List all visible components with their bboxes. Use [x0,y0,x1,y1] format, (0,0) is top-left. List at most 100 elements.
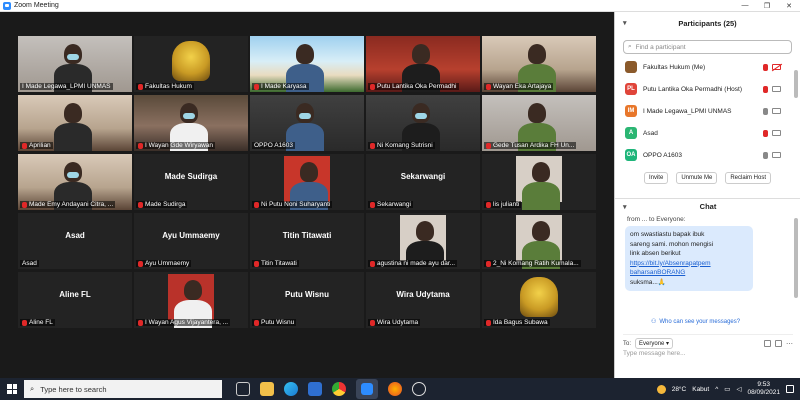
mic-muted-icon [138,142,143,149]
tile-name-label: I Made Legawa_LPMI UNMAS [20,83,113,90]
video-tile[interactable]: Putu Lantika Oka Permadhi [366,36,480,92]
participant-row[interactable]: PL Putu Lantika Oka Permadhi (Host) [615,78,800,100]
zoom-logo-icon [3,1,11,10]
chat-message-input[interactable]: Type message here... [623,350,686,357]
participant-scrollbar[interactable] [794,70,798,98]
unmute-me-button[interactable]: Unmute Me [676,172,718,184]
chat-closing: suksma...🙏 [630,278,666,286]
video-tile[interactable]: agustina ni made ayu dar... [366,213,480,269]
video-tile[interactable]: Aprilian [18,95,132,151]
tile-center-name: Wira Udytama [396,290,450,299]
reclaim-host-button[interactable]: Reclaim Host [725,172,772,184]
chat-collapse-chevron-icon[interactable]: ▾ [623,203,627,211]
video-tile[interactable]: lis julianti [482,154,596,210]
mic-muted-icon [486,142,491,149]
video-tile[interactable]: Titin Titawati Titin Titawati [250,213,364,269]
tile-name-text: Sekarwangi [377,201,411,208]
notification-icon[interactable] [786,385,794,393]
chat-scrollbar[interactable] [794,218,798,298]
participants-title: Participants (25) [678,18,737,28]
video-tile[interactable]: Putu Wisnu Putu Wisnu [250,272,364,328]
invite-button[interactable]: Invite [643,172,669,184]
person-body [522,182,560,210]
participant-row[interactable]: Fakultas Hukum (Me) [615,56,800,78]
chat-sender-fragment: from ... to Everyone: [627,216,686,223]
participant-row[interactable]: OA OPPO A1603 [615,144,800,166]
video-tile[interactable]: Wira Udytama Wira Udytama [366,272,480,328]
video-tile[interactable]: Fakultas Hukum [134,36,248,92]
tile-name-label: Fakultas Hukum [136,83,194,90]
clock-app-icon[interactable] [412,382,426,396]
close-button[interactable]: ✕ [778,2,800,10]
video-tile[interactable]: Aline FL Aline FL [18,272,132,328]
who-can-see-link[interactable]: ⚇ Who can see your messages? [651,318,741,326]
task-view-icon[interactable] [236,382,250,396]
participant-actions: Invite Unmute Me Reclaim Host [615,172,800,184]
ganesha-image [520,277,558,317]
participants-header: ▾ Participants (25) [615,12,800,34]
file-explorer-icon[interactable] [260,382,274,396]
mic-muted-icon [254,319,259,326]
chat-line: sareng sami. mohon mengisi [630,240,714,248]
video-tile[interactable]: Made Emy Andayani Citra, ... [18,154,132,210]
tile-name-text: I Made Legawa_LPMI UNMAS [22,83,111,90]
recipient-dropdown[interactable]: Everyone ▾ [635,338,674,349]
video-tile[interactable]: Ni Komang Sutrisni [366,95,480,151]
tile-name-label: Ni Putu Noni Suharyanti [252,201,333,208]
tile-name-text: lis julianti [493,201,520,208]
file-share-icon[interactable] [764,340,771,347]
edge-icon[interactable] [284,382,298,396]
network-icon[interactable]: ▭ [724,385,730,393]
more-options-icon[interactable]: ⋯ [786,340,793,348]
ganesha-image [172,41,210,81]
system-tray: 28°C Kabut ^ ▭ ◁ 9:53 08/09/2021 [656,381,800,397]
mic-muted-icon [138,260,143,267]
video-tile[interactable]: I Wayan Gde Wiryawan [134,95,248,151]
store-icon[interactable] [308,382,322,396]
volume-icon[interactable]: ◁ [736,385,741,393]
tile-name-text: I Wayan Agus Vijayantera, ... [145,319,229,326]
video-tile[interactable]: Asad Asad [18,213,132,269]
weather-icon[interactable] [656,384,666,394]
tile-name-text: Ayu Ummaemy [145,260,190,267]
face-mask [415,113,427,119]
video-tile[interactable]: Made Sudirga Made Sudirga [134,154,248,210]
tray-chevron-icon[interactable]: ^ [715,386,718,393]
video-tile[interactable]: Ayu Ummaemy Ayu Ummaemy [134,213,248,269]
video-tile[interactable]: Wayan Eka Artajaya [482,36,596,92]
minimize-button[interactable]: — [734,2,756,9]
video-tile[interactable]: Gede Tusan Ardika FH Un... [482,95,596,151]
system-clock[interactable]: 9:53 08/09/2021 [747,381,780,397]
who-can-see-text: Who can see your messages? [659,318,741,325]
collapse-chevron-icon[interactable]: ▾ [623,19,627,27]
video-tile[interactable]: 2_Ni Komang Ratih Kumala... [482,213,596,269]
screenshot-icon[interactable] [775,340,782,347]
zoom-taskbar-icon[interactable] [356,379,378,399]
avatar [625,61,637,73]
tile-name-label: Sekarwangi [368,201,413,208]
video-tile[interactable]: I Made Legawa_LPMI UNMAS [18,36,132,92]
video-tile[interactable]: I Made Karyasa [250,36,364,92]
video-tile[interactable]: Ni Putu Noni Suharyanti [250,154,364,210]
maximize-button[interactable]: ❐ [756,2,778,10]
tile-name-label: Wira Udytama [368,319,421,326]
participant-search-input[interactable]: ⌕ Find a participant [623,40,792,54]
participant-row[interactable]: IM I Made Legawa_LPMI UNMAS [615,100,800,122]
video-tile[interactable]: OPPO A1603 [250,95,364,151]
person-head [528,44,546,64]
participant-list: Fakultas Hukum (Me) PL Putu Lantika Oka Pe… [615,56,800,166]
video-tile[interactable]: I Wayan Agus Vijayantera, ... [134,272,248,328]
tile-name-text: 2_Ni Komang Ratih Kumala... [493,260,579,267]
video-feed [516,275,562,319]
mic-muted-icon [763,85,768,93]
taskbar-search-box[interactable]: ⌕ Type here to search [24,380,222,398]
firefox-icon[interactable] [388,382,402,396]
to-label: To: [623,340,632,347]
video-tile[interactable]: Ida Bagus Subawa [482,272,596,328]
start-button[interactable] [0,378,24,400]
participant-row[interactable]: A Asad [615,122,800,144]
pinned-apps [236,379,426,399]
chrome-icon[interactable] [332,382,346,396]
video-tile[interactable]: Sekarwangi Sekarwangi [366,154,480,210]
absen-link[interactable]: https://bit.ly/Absenrapatpem baharsanBOR… [630,259,748,278]
